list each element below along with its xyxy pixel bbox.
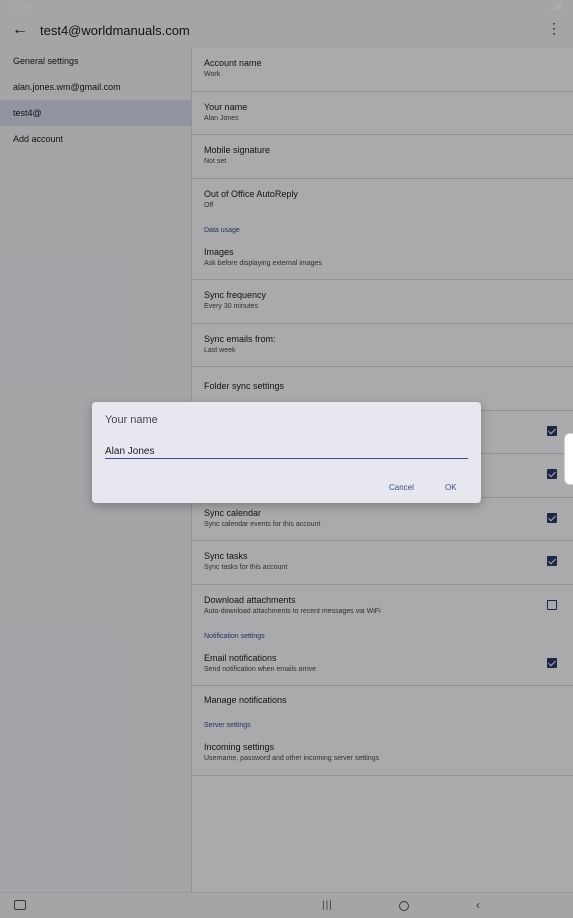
edge-panel-handle[interactable] [564, 433, 573, 485]
ok-button[interactable]: OK [445, 483, 457, 492]
cancel-button[interactable]: Cancel [389, 483, 414, 492]
your-name-dialog: Your name Cancel OK [92, 402, 481, 503]
your-name-input[interactable] [105, 444, 468, 459]
dialog-title: Your name [105, 414, 158, 426]
